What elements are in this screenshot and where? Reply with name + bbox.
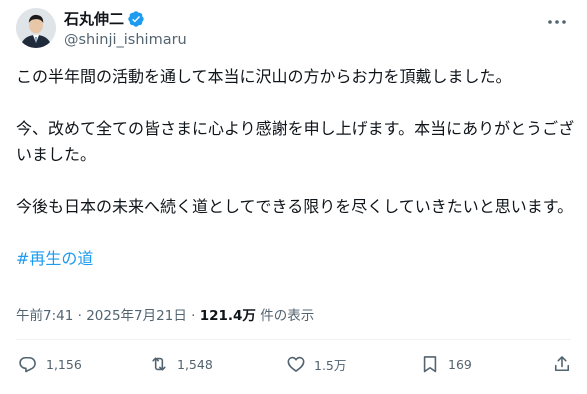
post-paragraph: 今後も日本の未来へ続く道としてできる限りを尽くしていきたいと思います。 <box>16 197 574 216</box>
divider <box>16 339 571 340</box>
heart-icon <box>287 356 305 372</box>
more-options-button[interactable] <box>547 14 567 28</box>
like-count: 1.5万 <box>314 357 347 373</box>
repost-icon <box>152 357 166 371</box>
reply-icon <box>19 356 36 373</box>
bookmark-button[interactable]: 169 <box>420 354 472 374</box>
share-button[interactable] <box>552 354 572 374</box>
share-icon <box>554 356 570 372</box>
meta-separator: · <box>73 308 87 324</box>
author-handle[interactable]: @shinji_ishimaru <box>64 31 187 49</box>
reply-count: 1,156 <box>46 356 82 372</box>
verified-badge-icon <box>127 10 145 28</box>
bookmark-icon <box>423 356 437 373</box>
repost-button[interactable]: 1,548 <box>149 354 213 374</box>
author-display-name[interactable]: 石丸伸二 <box>64 9 124 29</box>
meta-separator: · <box>186 308 200 324</box>
post-meta: 午前7:41 · 2025年7月21日 · 121.4万 件の表示 <box>16 306 314 326</box>
post-time[interactable]: 午前7:41 <box>16 308 73 324</box>
repost-count: 1,548 <box>177 356 213 372</box>
avatar[interactable] <box>16 8 56 48</box>
action-bar: 1,156 1,548 1.5万 169 <box>16 354 576 382</box>
post-date[interactable]: 2025年7月21日 <box>86 308 187 324</box>
views-label: 件の表示 <box>255 308 315 324</box>
post-paragraph: 今、改めて全ての皆さまに心より感謝を申し上げます。本当にありがとうございました。 <box>16 119 575 164</box>
post-body: この半年間の活動を通して本当に沢山の方からお力を頂戴しました。 今、改めて全ての… <box>16 64 576 272</box>
bookmark-count: 169 <box>448 356 472 372</box>
views-count: 121.4万 <box>199 308 256 324</box>
more-icon <box>548 20 566 24</box>
hashtag-link[interactable]: #再生の道 <box>16 249 93 268</box>
like-button[interactable]: 1.5万 <box>286 354 346 374</box>
avatar-image <box>16 8 56 48</box>
reply-button[interactable]: 1,156 <box>18 354 82 374</box>
post-paragraph: この半年間の活動を通して本当に沢山の方からお力を頂戴しました。 <box>16 67 512 86</box>
author-name-row[interactable]: 石丸伸二 <box>64 9 145 29</box>
